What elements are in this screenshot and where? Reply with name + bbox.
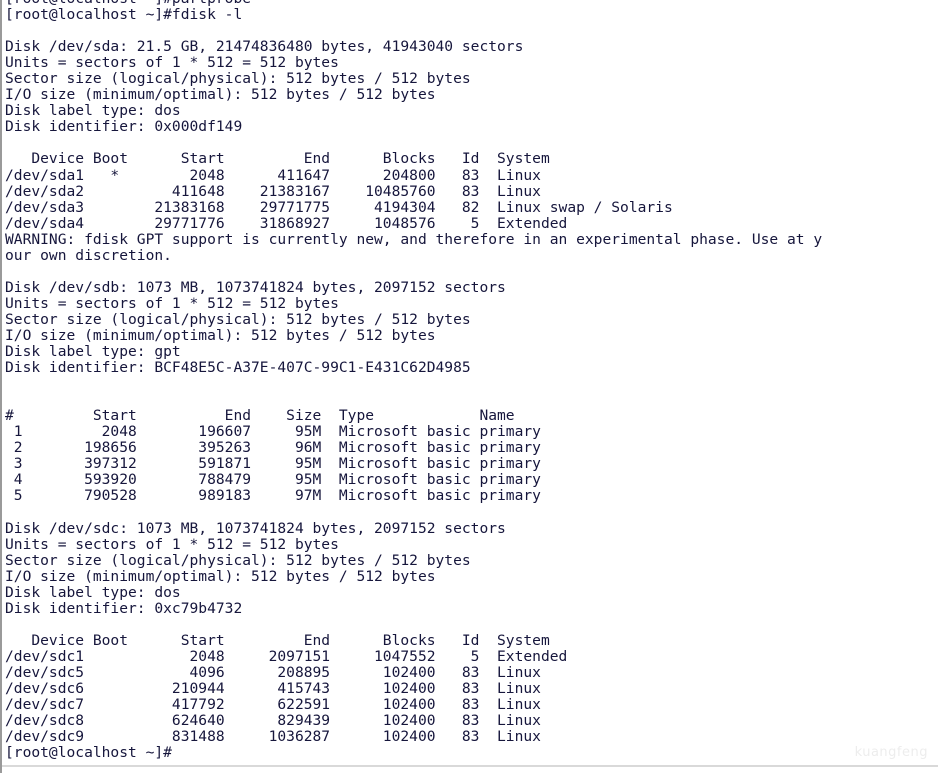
terminal-line: Disk identifier: BCF48E5C-A37E-407C-99C1… bbox=[5, 359, 471, 377]
terminal-line: Disk identifier: 0xc79b4732 bbox=[5, 599, 243, 617]
terminal-line: Units = sectors of 1 * 512 = 512 bytes bbox=[5, 535, 339, 553]
terminal-line: Disk label type: dos bbox=[5, 583, 181, 601]
terminal-line: 3 397312 591871 95M Microsoft basic prim… bbox=[5, 455, 541, 473]
terminal-line: Sector size (logical/physical): 512 byte… bbox=[5, 551, 471, 569]
terminal-line: /dev/sdc5 4096 208895 102400 83 Linux bbox=[5, 663, 541, 681]
terminal-line: Disk identifier: 0x000df149 bbox=[5, 118, 243, 136]
terminal-line: /dev/sda3 21383168 29771775 4194304 82 L… bbox=[5, 198, 673, 216]
terminal-line: Sector size (logical/physical): 512 byte… bbox=[5, 70, 471, 88]
terminal-line: 2 198656 395263 96M Microsoft basic prim… bbox=[5, 439, 541, 457]
terminal-line: Units = sectors of 1 * 512 = 512 bytes bbox=[5, 54, 339, 72]
terminal-line: Sector size (logical/physical): 512 byte… bbox=[5, 310, 471, 328]
terminal-line: /dev/sda4 29771776 31868927 1048576 5 Ex… bbox=[5, 214, 568, 232]
terminal-line: 1 2048 196607 95M Microsoft basic primar… bbox=[5, 423, 541, 441]
terminal-line: /dev/sdc6 210944 415743 102400 83 Linux bbox=[5, 680, 541, 698]
terminal-line: Disk /dev/sdc: 1073 MB, 1073741824 bytes… bbox=[5, 519, 506, 537]
terminal-line: Disk /dev/sdb: 1073 MB, 1073741824 bytes… bbox=[5, 278, 506, 296]
terminal-line: /dev/sdc7 417792 622591 102400 83 Linux bbox=[5, 696, 541, 714]
terminal-line: 5 790528 989183 97M Microsoft basic prim… bbox=[5, 487, 541, 505]
terminal-line: Device Boot Start End Blocks Id System bbox=[5, 150, 550, 168]
terminal-line: Disk label type: dos bbox=[5, 102, 181, 120]
terminal-line: /dev/sdc1 2048 2097151 1047552 5 Extende… bbox=[5, 647, 568, 665]
terminal-line: /dev/sdc9 831488 1036287 102400 83 Linux bbox=[5, 728, 541, 746]
terminal-line: /dev/sda2 411648 21383167 10485760 83 Li… bbox=[5, 182, 541, 200]
terminal-line: /dev/sdc8 624640 829439 102400 83 Linux bbox=[5, 712, 541, 730]
terminal-line: [root@localhost ~]#fdisk -l bbox=[5, 6, 243, 24]
terminal-output-text[interactable]: [root@localhost ~]#partprobe[root@localh… bbox=[2, 0, 938, 761]
terminal-line: I/O size (minimum/optimal): 512 bytes / … bbox=[5, 86, 436, 104]
terminal-line: our own discretion. bbox=[5, 246, 172, 264]
terminal-line: I/O size (minimum/optimal): 512 bytes / … bbox=[5, 326, 436, 344]
terminal-line: Device Boot Start End Blocks Id System bbox=[5, 631, 550, 649]
terminal-line: I/O size (minimum/optimal): 512 bytes / … bbox=[5, 567, 436, 585]
terminal-line: Units = sectors of 1 * 512 = 512 bytes bbox=[5, 294, 339, 312]
terminal-line: WARNING: fdisk GPT support is currently … bbox=[5, 230, 823, 248]
window-bottom-border bbox=[2, 765, 938, 767]
terminal-line: [root@localhost ~]# bbox=[5, 744, 172, 762]
terminal-line: /dev/sda1 * 2048 411647 204800 83 Linux bbox=[5, 166, 541, 184]
terminal-line: Disk label type: gpt bbox=[5, 343, 181, 361]
terminal-line: Disk /dev/sda: 21.5 GB, 21474836480 byte… bbox=[5, 38, 524, 56]
terminal-line: # Start End Size Type Name bbox=[5, 407, 515, 425]
terminal-line: 4 593920 788479 95M Microsoft basic prim… bbox=[5, 471, 541, 489]
terminal-window[interactable]: [root@localhost ~]#partprobe[root@localh… bbox=[0, 0, 938, 773]
watermark-label: kuangfeng bbox=[854, 745, 928, 760]
